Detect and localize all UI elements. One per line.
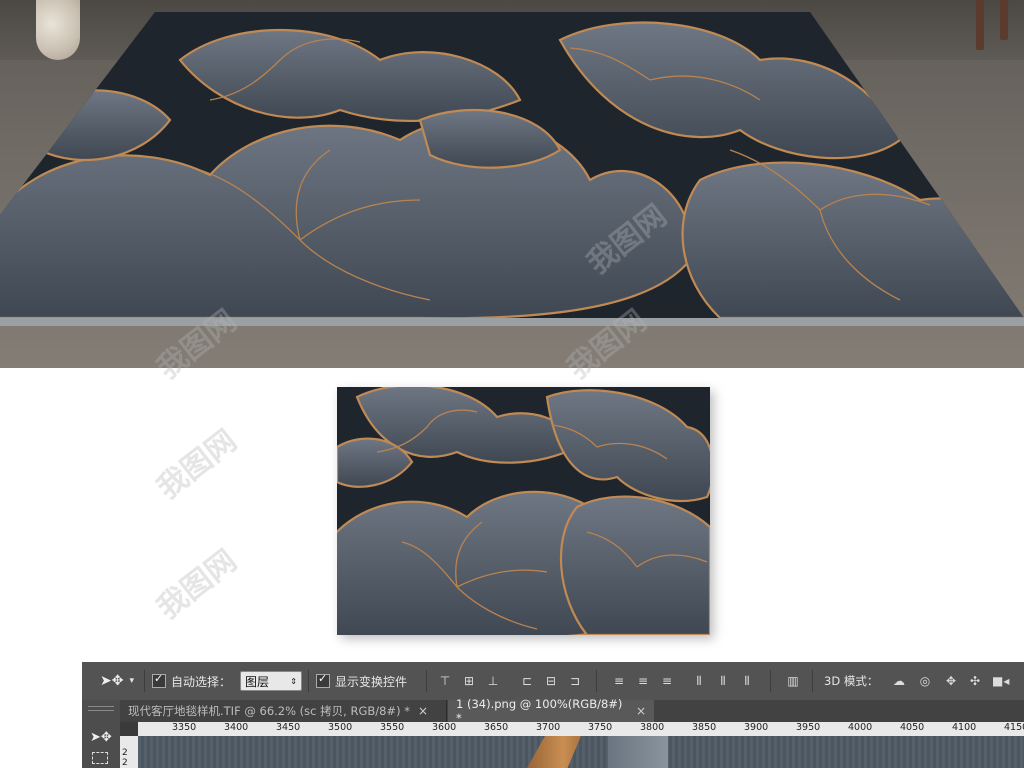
tools-panel: ➤✥ — [82, 700, 121, 768]
divider — [812, 670, 813, 692]
ruler-origin[interactable] — [120, 722, 138, 736]
tab-png-document[interactable]: 1 (34).png @ 100%(RGB/8#) * × — [448, 697, 654, 725]
ruler-label: 3700 — [536, 722, 561, 733]
options-bar: ➤✥ ▾ 自动选择： 图层⇕ 显示变换控件 ⊤ ⊞ ⊥ ⊏ ⊟ ⊐ ≡ ≡ ≡ … — [82, 662, 1024, 701]
ruler-label: 3450 — [276, 722, 301, 733]
align-top-icon[interactable]: ⊤ — [438, 674, 452, 688]
ruler-label: 2 — [122, 748, 128, 758]
auto-align-icon[interactable]: ▥ — [786, 674, 800, 688]
divider — [426, 670, 427, 692]
distribute-top-icon[interactable]: ≡ — [612, 674, 626, 688]
close-icon[interactable]: × — [418, 704, 428, 718]
ruler-label: 3900 — [744, 722, 769, 733]
marquee-tool-icon[interactable] — [92, 752, 108, 764]
3d-roll-icon[interactable]: ◎ — [918, 674, 932, 688]
horizontal-ruler: 3350 3400 3450 3500 3550 3600 3650 3700 … — [138, 722, 1024, 736]
ruler-label: 3600 — [432, 722, 457, 733]
auto-select-checkbox[interactable]: 自动选择： — [152, 662, 231, 700]
align-vcenter-icon[interactable]: ⊞ — [462, 674, 476, 688]
ruler-label: 3950 — [796, 722, 821, 733]
checkbox-checked[interactable] — [152, 672, 166, 688]
3d-camera-icon[interactable]: ■◂ — [992, 674, 1009, 688]
distribute-left-icon[interactable]: ⦀ — [692, 674, 706, 688]
ruler-label: 3550 — [380, 722, 405, 733]
ruler-label: 3850 — [692, 722, 717, 733]
align-bottom-icon[interactable]: ⊥ — [486, 674, 500, 688]
distribute-vcenter-icon[interactable]: ≡ — [636, 674, 650, 688]
ruler-label: 4050 — [900, 722, 925, 733]
divider — [308, 670, 309, 692]
3d-orbit-icon[interactable]: ☁ — [892, 674, 906, 688]
chevron-updown-icon: ⇕ — [290, 676, 297, 686]
photoshop-window: ➤✥ ▾ 自动选择： 图层⇕ 显示变换控件 ⊤ ⊞ ⊥ ⊏ ⊟ ⊐ ≡ ≡ ≡ … — [82, 662, 1024, 768]
document-canvas[interactable] — [138, 736, 1024, 768]
distribute-hcenter-icon[interactable]: ⦀ — [716, 674, 730, 688]
align-right-icon[interactable]: ⊐ — [568, 674, 582, 688]
panel-grip[interactable] — [88, 706, 114, 711]
chevron-down-icon: ▾ — [129, 676, 134, 686]
tab-rug-mockup[interactable]: 现代客厅地毯样机.TIF @ 66.2% (sc 拷贝, RGB/8#) * × — [120, 700, 447, 722]
align-hcenter-icon[interactable]: ⊟ — [544, 674, 558, 688]
vertical-ruler: 2 2 — [120, 736, 138, 768]
room-scene — [0, 0, 1024, 368]
move-tool-preset[interactable]: ➤✥ ▾ — [100, 662, 134, 700]
watermark: 我图网 — [150, 543, 244, 627]
3d-mode-label: 3D 模式： — [824, 674, 879, 688]
align-left-icon[interactable]: ⊏ — [520, 674, 534, 688]
move-tool-icon: ➤✥ — [100, 673, 124, 689]
divider — [770, 670, 771, 692]
tab-label: 1 (34).png @ 100%(RGB/8#) * — [456, 697, 623, 725]
ruler-label: 3500 — [328, 722, 353, 733]
auto-select-label: 自动选择： — [171, 674, 232, 689]
3d-pan-icon[interactable]: ✥ — [944, 674, 958, 688]
close-icon[interactable]: × — [636, 704, 646, 718]
ruler-label: 4000 — [848, 722, 873, 733]
distribute-bottom-icon[interactable]: ≡ — [660, 674, 674, 688]
canvas-gold-stroke — [527, 736, 581, 768]
ruler-label: 4150 — [1004, 722, 1024, 733]
divider — [144, 670, 145, 692]
ruler-label: 3750 — [588, 722, 613, 733]
checkbox-checked[interactable] — [316, 672, 330, 688]
ruler-label: 4100 — [952, 722, 977, 733]
watermark: 我图网 — [150, 423, 244, 507]
tab-label: 现代客厅地毯样机.TIF @ 66.2% (sc 拷贝, RGB/8#) * — [128, 704, 410, 718]
show-transform-checkbox[interactable]: 显示变换控件 — [316, 662, 407, 700]
auto-select-dropdown[interactable]: 图层 ⇕ — [240, 662, 302, 700]
ruler-label: 3650 — [484, 722, 509, 733]
document-tabs: 现代客厅地毯样机.TIF @ 66.2% (sc 拷贝, RGB/8#) * ×… — [120, 697, 1024, 725]
distribute-right-icon[interactable]: ⦀ — [740, 674, 754, 688]
divider — [596, 670, 597, 692]
rug-pattern-preview — [337, 387, 710, 635]
canvas-petal — [608, 736, 668, 768]
rug-perspective — [0, 12, 1024, 326]
move-tool-icon[interactable]: ➤✥ — [90, 730, 112, 745]
show-transform-label: 显示变换控件 — [335, 674, 408, 689]
3d-slide-icon[interactable]: ✣ — [968, 674, 982, 688]
ruler-label: 2 — [122, 758, 128, 768]
auto-select-value: 图层 — [245, 674, 270, 689]
ruler-label: 3400 — [224, 722, 249, 733]
ruler-label: 3350 — [172, 722, 197, 733]
ruler-label: 3800 — [640, 722, 665, 733]
